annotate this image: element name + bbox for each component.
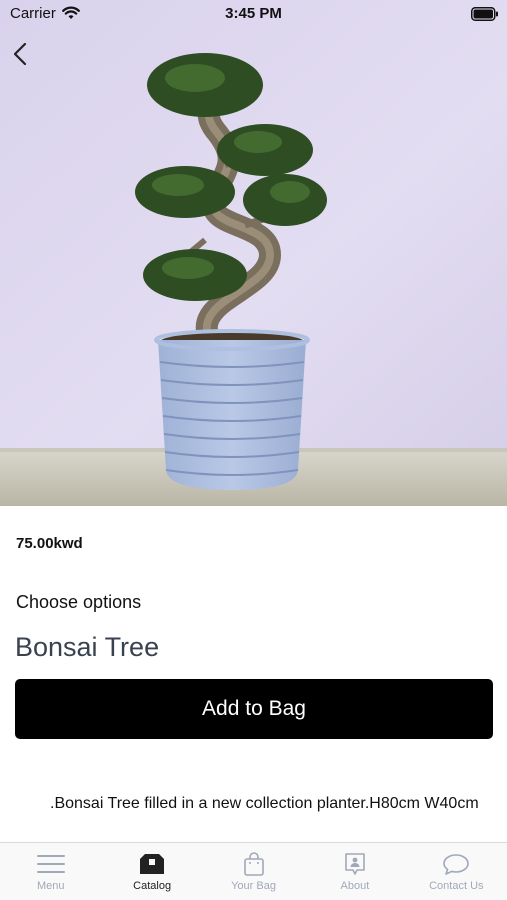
tab-contact-us[interactable]: Contact Us xyxy=(406,843,507,900)
catalog-icon xyxy=(137,851,167,877)
product-image xyxy=(0,0,507,506)
clock-label: 3:45 PM xyxy=(225,5,282,22)
about-icon xyxy=(340,851,370,877)
status-bar: Carrier 3:45 PM xyxy=(0,0,507,28)
tab-label: About xyxy=(340,880,370,892)
tab-your-bag[interactable]: Your Bag xyxy=(203,843,304,900)
chevron-left-icon xyxy=(13,42,27,66)
back-button[interactable] xyxy=(6,38,34,70)
tab-catalog[interactable]: Catalog xyxy=(101,843,202,900)
tab-menu[interactable]: Menu xyxy=(0,843,101,900)
choose-options-label: Choose options xyxy=(16,592,142,612)
chat-icon xyxy=(441,851,471,877)
product-title: Bonsai Tree xyxy=(15,632,160,662)
tab-label: Menu xyxy=(36,880,65,892)
menu-icon xyxy=(36,851,66,877)
bag-icon xyxy=(239,851,269,877)
tab-label: Contact Us xyxy=(429,880,484,892)
tab-about[interactable]: About xyxy=(304,843,405,900)
product-price: 75.00kwd xyxy=(16,535,83,552)
product-description: .Bonsai Tree filled in a new collection … xyxy=(50,795,479,812)
add-to-bag-button[interactable]: Add to Bag xyxy=(15,679,493,739)
tab-bar: Menu Catalog Your Bag About Contact Us xyxy=(0,842,507,900)
tab-label: Catalog xyxy=(133,880,172,892)
tab-label: Your Bag xyxy=(231,880,276,892)
battery-icon xyxy=(471,7,499,26)
